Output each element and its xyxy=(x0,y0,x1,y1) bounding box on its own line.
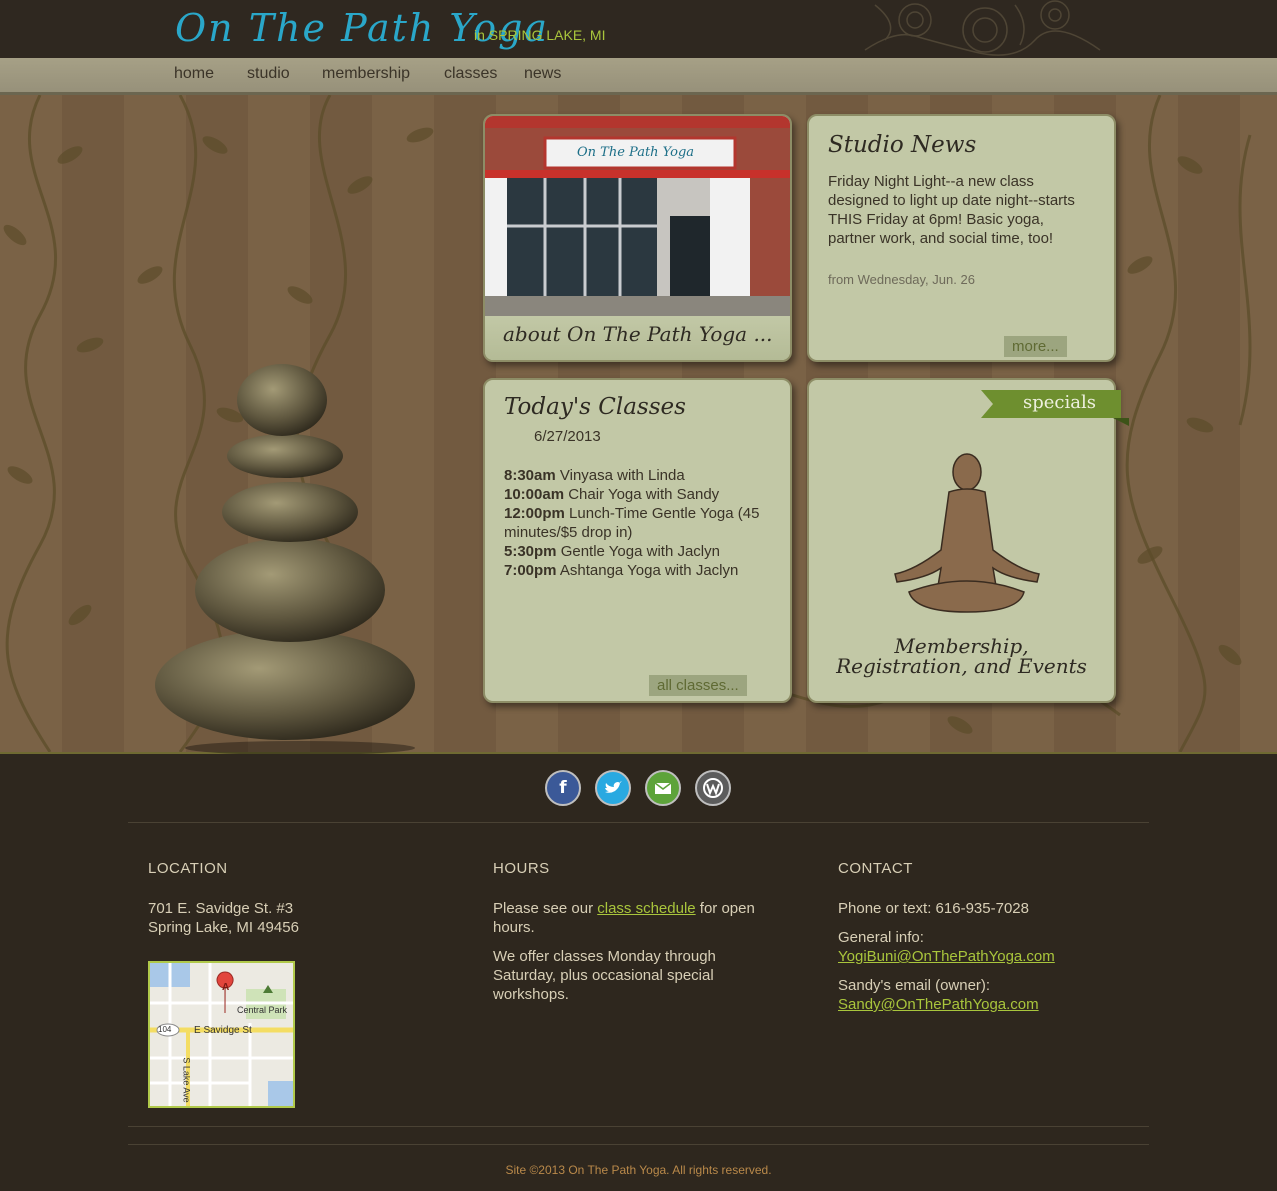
map-marker-label: A xyxy=(222,982,230,993)
site-tagline: in SPRING LAKE, MI xyxy=(474,27,606,43)
copyright-text: Site ©2013 On The Path Yoga. All rights … xyxy=(505,1163,772,1177)
envelope-glyph xyxy=(654,781,672,794)
nav-studio[interactable]: studio xyxy=(247,65,290,83)
contact-heading: CONTACT xyxy=(838,860,913,877)
about-link[interactable]: about On The Path Yoga ... xyxy=(503,322,773,346)
news-date: from Wednesday, Jun. 26 xyxy=(828,272,975,287)
meditating-figure-icon xyxy=(894,453,1040,613)
general-email-link[interactable]: YogiBuni@OnThePathYoga.com xyxy=(838,948,1055,965)
general-info-label: General info: xyxy=(838,929,924,946)
floral-ornament-icon xyxy=(864,0,1101,56)
studio-news-card: Studio News Friday Night Light--a new cl… xyxy=(807,114,1116,362)
wordpress-icon[interactable] xyxy=(695,770,731,806)
class-item[interactable]: 7:00pm Ashtanga Yoga with Jaclyn xyxy=(504,561,774,580)
address-line-1: 701 E. Savidge St. #3 xyxy=(148,900,294,917)
location-map[interactable]: A Central Park E Savidge St 104 S Lake A… xyxy=(148,961,295,1108)
class-schedule-link[interactable]: class schedule xyxy=(597,900,695,917)
contact-info: Phone or text: 616-935-7028 General info… xyxy=(838,899,1138,1014)
hours-paragraph-1: Please see our class schedule for open h… xyxy=(493,900,755,936)
storefront-sign: On The Path Yoga xyxy=(577,145,695,160)
nav-membership[interactable]: membership xyxy=(322,65,410,83)
classes-title: Today's Classes xyxy=(504,394,686,420)
footer-divider xyxy=(128,1126,1149,1127)
hours-paragraph-2: We offer classes Monday through Saturday… xyxy=(493,948,716,1003)
footer-divider xyxy=(128,1144,1149,1145)
map-park-label: Central Park xyxy=(237,1005,288,1015)
site-footer: f LOCATION 701 E. Savidge St. #3 Spring … xyxy=(0,754,1277,1191)
hours-heading: HOURS xyxy=(493,860,550,877)
all-classes-button[interactable]: all classes... xyxy=(649,675,747,696)
about-card[interactable]: On The Path Yoga about On The Path Yoga … xyxy=(483,114,792,362)
location-heading: LOCATION xyxy=(148,860,228,877)
email-icon[interactable] xyxy=(645,770,681,806)
specials-ribbon-label: specials xyxy=(1023,392,1096,413)
class-item[interactable]: 10:00am Chair Yoga with Sandy xyxy=(504,485,774,504)
specials-card[interactable]: specials Membership, Registration, and E… xyxy=(807,378,1129,703)
address: 701 E. Savidge St. #3 Spring Lake, MI 49… xyxy=(148,899,299,937)
map-street-label: E Savidge St xyxy=(194,1025,252,1036)
classes-date: 6/27/2013 xyxy=(534,428,601,445)
address-line-2: Spring Lake, MI 49456 xyxy=(148,919,299,936)
news-title: Studio News xyxy=(828,132,977,158)
footer-divider xyxy=(128,822,1149,823)
stacked-stones-image xyxy=(155,364,415,755)
map-route-label: 104 xyxy=(158,1025,172,1034)
class-item[interactable]: 8:30am Vinyasa with Linda xyxy=(504,466,774,485)
class-list: 8:30am Vinyasa with Linda 10:00am Chair … xyxy=(504,466,774,580)
news-more-button[interactable]: more... xyxy=(1004,336,1067,357)
specials-caption: Membership, Registration, and Events xyxy=(836,634,1087,678)
map-avenue-label: S Lake Ave xyxy=(181,1057,192,1103)
nav-news[interactable]: news xyxy=(524,65,561,83)
todays-classes-card: Today's Classes 6/27/2013 8:30am Vinyasa… xyxy=(483,378,792,703)
site-header: On The Path Yoga in SPRING LAKE, MI xyxy=(0,0,1277,58)
wordpress-w-glyph xyxy=(703,778,723,798)
main-content: On The Path Yoga about On The Path Yoga … xyxy=(0,95,1277,755)
twitter-icon[interactable] xyxy=(595,770,631,806)
nav-classes[interactable]: classes xyxy=(444,65,497,83)
main-navigation: home studio membership classes news xyxy=(0,58,1277,95)
twitter-bird-glyph xyxy=(605,781,622,793)
facebook-icon[interactable]: f xyxy=(545,770,581,806)
owner-email-link[interactable]: Sandy@OnThePathYoga.com xyxy=(838,996,1039,1013)
nav-home[interactable]: home xyxy=(174,65,214,83)
class-item[interactable]: 5:30pm Gentle Yoga with Jaclyn xyxy=(504,542,774,561)
news-text: Friday Night Light--a new class designed… xyxy=(828,173,1075,247)
class-item[interactable]: 12:00pm Lunch-Time Gentle Yoga (45 minut… xyxy=(504,504,774,542)
contact-phone: Phone or text: 616-935-7028 xyxy=(838,900,1029,917)
owner-email-label: Sandy's email (owner): xyxy=(838,977,991,994)
hours-text: Please see our class schedule for open h… xyxy=(493,899,778,1004)
